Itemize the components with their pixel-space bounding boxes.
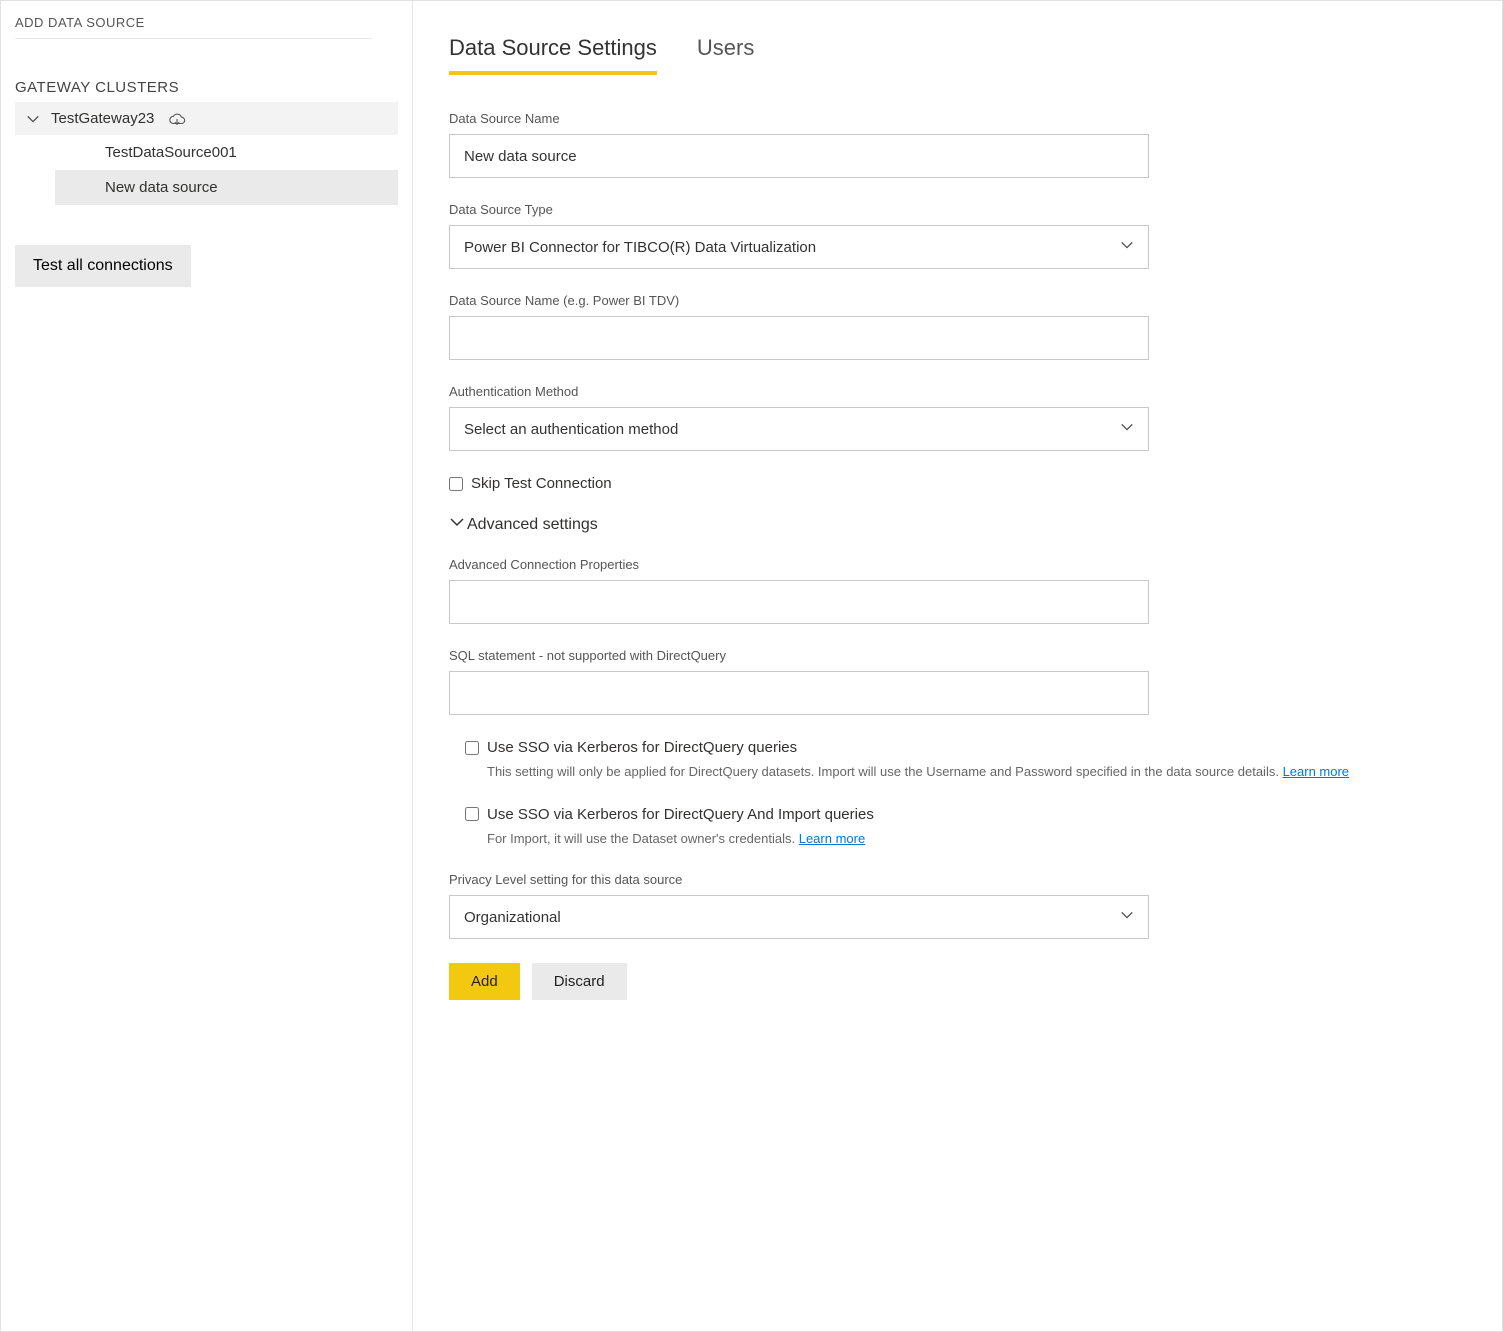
sidebar-item-label: New data source [105, 179, 218, 196]
privacy-level-label: Privacy Level setting for this data sour… [449, 872, 1466, 887]
sql-statement-input[interactable] [449, 671, 1149, 715]
tab-bar: Data Source Settings Users [449, 35, 1466, 75]
chevron-down-icon [25, 112, 41, 126]
data-source-name-2-input[interactable] [449, 316, 1149, 360]
advanced-connection-label: Advanced Connection Properties [449, 557, 1466, 572]
add-button[interactable]: Add [449, 963, 520, 1000]
data-source-name-label: Data Source Name [449, 111, 1466, 126]
discard-button[interactable]: Discard [532, 963, 627, 1000]
gateway-clusters-heading: GATEWAY CLUSTERS [15, 79, 412, 96]
sso-kerberos-directquery-label: Use SSO via Kerberos for DirectQuery que… [487, 739, 797, 756]
data-source-name-2-label: Data Source Name (e.g. Power BI TDV) [449, 293, 1466, 308]
chevron-down-icon [449, 514, 465, 535]
footer-buttons: Add Discard [449, 963, 1466, 1000]
sidebar: ADD DATA SOURCE GATEWAY CLUSTERS TestGat… [1, 1, 413, 1331]
sso-kerberos-directquery-row: Use SSO via Kerberos for DirectQuery que… [465, 739, 1466, 756]
privacy-level-value: Organizational [464, 909, 561, 926]
sidebar-item-new-datasource[interactable]: New data source [55, 170, 398, 205]
chevron-down-icon [1120, 908, 1134, 926]
chevron-down-icon [1120, 238, 1134, 256]
tab-users[interactable]: Users [697, 35, 754, 75]
data-source-type-select[interactable]: Power BI Connector for TIBCO(R) Data Vir… [449, 225, 1149, 269]
skip-test-connection-label: Skip Test Connection [471, 475, 612, 492]
sidebar-item-label: TestDataSource001 [105, 144, 237, 161]
privacy-level-select[interactable]: Organizational [449, 895, 1149, 939]
sso-kerberos-import-checkbox[interactable] [465, 807, 479, 821]
advanced-settings-toggle[interactable]: Advanced settings [449, 514, 1466, 535]
learn-more-link-2[interactable]: Learn more [799, 831, 865, 846]
sidebar-title: ADD DATA SOURCE [15, 15, 372, 39]
sql-statement-label: SQL statement - not supported with Direc… [449, 648, 1466, 663]
sso-kerberos-import-label: Use SSO via Kerberos for DirectQuery And… [487, 806, 874, 823]
test-all-connections-button[interactable]: Test all connections [15, 245, 191, 287]
cluster-name: TestGateway23 [51, 110, 154, 127]
data-source-type-value: Power BI Connector for TIBCO(R) Data Vir… [464, 239, 816, 256]
authentication-method-label: Authentication Method [449, 384, 1466, 399]
cloud-icon [168, 112, 186, 126]
authentication-method-select[interactable]: Select an authentication method [449, 407, 1149, 451]
advanced-connection-input[interactable] [449, 580, 1149, 624]
skip-test-connection-row: Skip Test Connection [449, 475, 1466, 492]
data-source-name-input[interactable] [449, 134, 1149, 178]
advanced-settings-label: Advanced settings [467, 516, 598, 534]
cluster-row[interactable]: TestGateway23 [15, 102, 398, 135]
skip-test-connection-checkbox[interactable] [449, 477, 463, 491]
sso-kerberos-import-row: Use SSO via Kerberos for DirectQuery And… [465, 806, 1466, 823]
chevron-down-icon [1120, 420, 1134, 438]
learn-more-link-1[interactable]: Learn more [1283, 764, 1349, 779]
sso1-help-text: This setting will only be applied for Di… [487, 762, 1466, 782]
data-source-type-label: Data Source Type [449, 202, 1466, 217]
sso2-help-text: For Import, it will use the Dataset owne… [487, 829, 1466, 849]
authentication-method-value: Select an authentication method [464, 421, 678, 438]
tab-data-source-settings[interactable]: Data Source Settings [449, 35, 657, 75]
sidebar-item-datasource[interactable]: TestDataSource001 [55, 135, 398, 170]
sso-kerberos-directquery-checkbox[interactable] [465, 741, 479, 755]
main-panel: Data Source Settings Users Data Source N… [413, 1, 1502, 1331]
